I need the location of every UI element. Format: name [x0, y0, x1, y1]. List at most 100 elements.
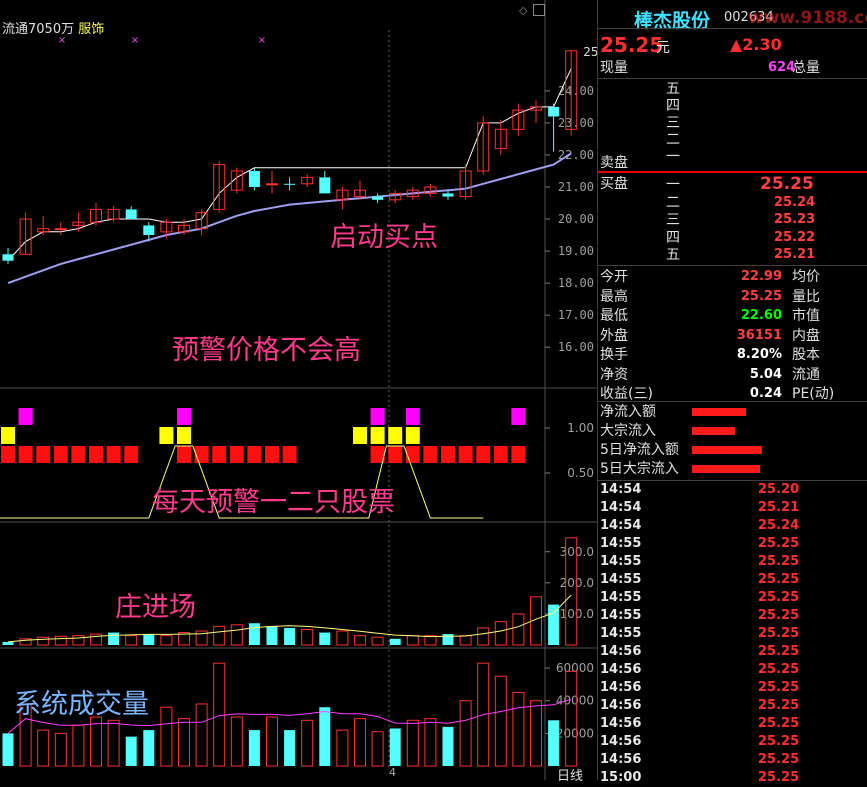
stat-value: 25.25: [740, 288, 782, 304]
overlay-daily-warn: 每天预警一二只股票: [152, 487, 395, 518]
period-label[interactable]: 日线: [557, 765, 583, 784]
volume-tick-label: 20000: [556, 726, 594, 740]
volume-bar: [565, 670, 578, 767]
stat-value: 22.99: [740, 269, 782, 284]
trade-price: 25.25: [758, 572, 800, 587]
flow-bar: [371, 636, 384, 646]
flow-label: 5日净流入额: [600, 442, 679, 458]
maximize-icon[interactable]: [533, 4, 545, 16]
candle-body: [284, 183, 296, 185]
trade-time: 14:54: [600, 518, 642, 533]
y-tick-label: 16.00: [558, 340, 594, 354]
overlay-warn-price: 预警价格不会高: [172, 335, 361, 366]
signal-red-block: [423, 446, 438, 463]
signal-yellow-block: [177, 427, 191, 444]
candle-body: [442, 193, 454, 197]
flow-bar: [692, 408, 746, 416]
signal-red-block: [458, 446, 473, 463]
sell-level-1: 一: [666, 149, 680, 165]
flow-bar: [459, 635, 472, 646]
trade-time: 14:56: [600, 680, 642, 695]
volume-bar: [143, 730, 155, 766]
volume-bar: [37, 729, 50, 767]
buy-level-2: 二: [666, 195, 680, 211]
volume-bar: [72, 724, 85, 767]
flow-label: 大宗流入: [600, 423, 656, 439]
volume-label: 现量: [600, 60, 628, 76]
volume-bar: [195, 703, 208, 767]
volume-bar: [336, 729, 349, 767]
total-volume-label: 总量: [792, 60, 820, 76]
volume-bar: [424, 718, 437, 767]
volume-bar: [178, 718, 190, 767]
volume-bar: [548, 720, 560, 766]
trade-time: 14:54: [600, 482, 642, 497]
flow-bar: [213, 625, 226, 646]
signal-red-block: [282, 446, 297, 463]
buy-level-4: 四: [666, 230, 680, 246]
volume-bar: [442, 726, 454, 766]
sell-level-2: 二: [666, 132, 680, 148]
trade-time: 14:55: [600, 626, 642, 641]
quote-panel: 棒杰股份 002634 www.9188.com 25.25 元 ▲2.30 现…: [597, 0, 867, 785]
signal-red-block: [18, 446, 33, 463]
stat-label: 最高: [600, 288, 628, 305]
signal-magenta-block: [405, 408, 420, 425]
flow-bar: [54, 635, 67, 646]
flow-bar: [266, 626, 278, 645]
trade-time: 14:55: [600, 536, 642, 551]
trade-price: 25.25: [758, 734, 800, 749]
signal-yellow-block: [353, 427, 367, 444]
flow-bar: [230, 624, 243, 646]
signal-red-block: [511, 446, 526, 463]
signal-red-block: [493, 446, 508, 463]
buy-level-5: 五: [666, 247, 680, 263]
trade-price: 25.25: [758, 554, 800, 569]
volume-bar: [213, 662, 226, 767]
volume-bar: [530, 700, 542, 767]
volume-tick-label: 40000: [556, 694, 594, 708]
flow-bar: [354, 635, 366, 646]
stat-value: 36151: [736, 327, 782, 343]
diamond-icon[interactable]: ◇: [519, 4, 527, 17]
signal-red-block: [53, 446, 68, 463]
signal-yellow-block: [1, 427, 15, 444]
stat-label: 今开: [600, 269, 628, 285]
signal-red-block: [476, 446, 491, 463]
volume-bar: [125, 736, 137, 766]
trade-time: 14:55: [600, 572, 642, 587]
y-tick-label: 19.00: [558, 244, 594, 258]
kline-chart[interactable]: 24.0023.0022.0021.0020.0019.0018.0017.00…: [0, 0, 597, 780]
last-price: 25.25: [600, 33, 664, 57]
stat-label: 最低: [600, 308, 628, 324]
sell-level-5: 五: [666, 81, 680, 97]
trade-time: 14:56: [600, 644, 642, 659]
x-mark-icon: ×: [258, 35, 266, 46]
trade-price: 25.25: [758, 752, 800, 767]
signal-red-block: [405, 446, 420, 463]
signal-magenta-block: [177, 408, 191, 425]
trade-price: 25.25: [758, 626, 800, 641]
stat-label-2: 均价: [792, 269, 820, 285]
ma-short-line: [7, 68, 572, 262]
flow-label: 净流入额: [600, 404, 656, 420]
candle-body: [2, 254, 14, 261]
volume-bar: [494, 675, 507, 767]
trade-time: 14:55: [600, 608, 642, 623]
trade-time: 14:55: [600, 590, 642, 605]
float-shares-label: 流通7050万: [2, 22, 75, 37]
candle-body: [54, 228, 67, 231]
volume-bar: [512, 692, 525, 767]
flow-label: 5日大宗流入: [600, 461, 679, 477]
trade-price: 25.25: [758, 536, 800, 551]
volume-bar: [230, 716, 243, 767]
signal-tick-label: 0.50: [567, 466, 594, 480]
signal-red-block: [106, 446, 121, 463]
signal-red-block: [1, 446, 15, 463]
trade-time: 14:56: [600, 752, 642, 767]
signal-yellow-block: [159, 427, 174, 444]
signal-red-block: [247, 446, 262, 463]
buy-price-1: 25.25: [760, 174, 814, 194]
buy-price-5: 25.21: [774, 247, 816, 262]
price-unit: 元: [656, 40, 670, 56]
